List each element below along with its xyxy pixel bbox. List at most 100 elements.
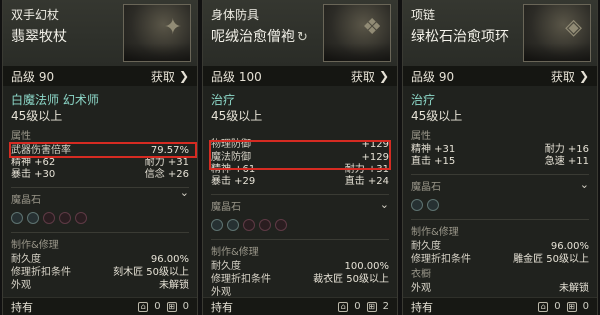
gems-label: 魔晶石 (11, 195, 41, 206)
footer-icons: ⌂ 0 ⊞ 0 (538, 301, 589, 312)
gem-slot (227, 219, 239, 231)
owned-label: 持有 (411, 300, 433, 314)
owned-label: 持有 (211, 300, 233, 314)
gems-label: 魔晶石 (411, 182, 441, 193)
item-header: 身体防具 呢绒治愈僧袍 ↻ ❖ (203, 0, 397, 66)
stat-row: 精神 +31 耐力 +16 (411, 144, 589, 155)
item-thumbnail: ◈ (523, 4, 591, 62)
chevron-down-icon[interactable]: ⌄ (380, 198, 389, 211)
gem-slots (211, 217, 389, 233)
chevron-right-icon: ❯ (378, 69, 389, 83)
get-button[interactable]: 获取 ❯ (551, 68, 589, 85)
storage-icon: ⊞ (366, 301, 377, 312)
item-name: 呢绒治愈僧袍 (211, 29, 295, 45)
gem-slot (11, 212, 23, 224)
gem-slot (275, 219, 287, 231)
appearance-row: 外观 未解锁 (411, 283, 589, 294)
wardrobe-label: 衣橱 (411, 269, 431, 280)
stat-row: 直击 +15 急速 +11 (411, 156, 589, 167)
item-classes: 治疗 (211, 93, 236, 107)
item-card-3: 项链 绿松石治愈项环 ◈ 品级 90 获取 ❯ 治疗 45级以上 属性 精神 +3… (402, 0, 598, 315)
footer-icons: ⌂ 0 ⊞ 2 (338, 301, 389, 312)
get-button[interactable]: 获取 ❯ (351, 68, 389, 85)
stat-row: 精神 +61 耐力 +31 (211, 164, 389, 175)
stat-row: 暴击 +30 信念 +26 (11, 169, 189, 180)
item-classes: 白魔法师 幻术师 (11, 93, 99, 107)
item-classes: 治疗 (411, 93, 436, 107)
item-level: 45级以上 (211, 109, 263, 123)
storage-icon: ⊞ (566, 301, 577, 312)
curl-icon: ↻ (297, 30, 308, 45)
item-footer: 持有 ⌂ 0 ⊞ 0 (3, 297, 197, 315)
chevron-down-icon[interactable]: ⌄ (580, 178, 589, 191)
attributes-label: 属性 (411, 131, 431, 142)
item-grade: 品级 90 (11, 69, 55, 84)
grade-bar[interactable]: 品级 90 获取 ❯ (3, 66, 197, 86)
item-body: 治疗 45级以上 物理防御 +129 魔法防御 +129 精神 +61 耐力 +… (203, 86, 397, 299)
item-header: 双手幻杖 翡翠牧杖 ✦ (3, 0, 197, 66)
gem-slot (411, 199, 423, 211)
gem-slot (43, 212, 55, 224)
gem-slot (211, 219, 223, 231)
gem-slot (259, 219, 271, 231)
staff-icon: ✦ (163, 15, 182, 40)
gem-slots (11, 210, 189, 226)
grade-bar[interactable]: 品级 90 获取 ❯ (403, 66, 597, 86)
gem-slot (427, 199, 439, 211)
gem-slot (59, 212, 71, 224)
item-card-2: 身体防具 呢绒治愈僧袍 ↻ ❖ 品级 100 获取 ❯ 治疗 45级以上 物理防御 … (202, 0, 398, 315)
gem-slot (27, 212, 39, 224)
footer-icons: ⌂ 0 ⊞ 0 (138, 301, 189, 312)
item-thumbnail: ❖ (323, 4, 391, 62)
item-level: 45级以上 (411, 109, 463, 123)
item-card-1: 双手幻杖 翡翠牧杖 ✦ 品级 90 获取 ❯ 白魔法师 幻术师 45级以上 属性 … (2, 0, 198, 315)
durability-row: 耐久度 96.00% (11, 254, 189, 265)
chevron-down-icon[interactable]: ⌄ (180, 186, 189, 199)
owned-label: 持有 (11, 300, 33, 314)
item-header: 项链 绿松石治愈项环 ◈ (403, 0, 597, 66)
item-comparison: 双手幻杖 翡翠牧杖 ✦ 品级 90 获取 ❯ 白魔法师 幻术师 45级以上 属性 … (0, 0, 600, 315)
get-button[interactable]: 获取 ❯ (151, 68, 189, 85)
chevron-right-icon: ❯ (578, 69, 589, 83)
item-grade: 品级 90 (411, 69, 455, 84)
stat-row: 暴击 +29 直击 +24 (211, 176, 389, 187)
craft-label: 制作&修理 (211, 247, 259, 258)
home-icon: ⌂ (338, 301, 349, 312)
robe-icon: ❖ (362, 15, 382, 40)
item-footer: 持有 ⌂ 0 ⊞ 0 (403, 297, 597, 315)
gem-slot (243, 219, 255, 231)
gem-slot (75, 212, 87, 224)
divider (211, 194, 389, 195)
gem-slots (411, 197, 589, 213)
durability-row: 耐久度 96.00% (411, 241, 589, 252)
item-thumbnail: ✦ (123, 4, 191, 62)
craft-label: 制作&修理 (411, 227, 459, 238)
repair-row: 修理折扣条件 裁衣匠 50级以上 (211, 274, 389, 285)
grade-bar[interactable]: 品级 100 获取 ❯ (203, 66, 397, 86)
divider (211, 239, 389, 240)
home-icon: ⌂ (538, 301, 549, 312)
item-grade: 品级 100 (211, 69, 262, 84)
divider (411, 219, 589, 220)
appearance-row: 外观 未解锁 (11, 280, 189, 291)
home-icon: ⌂ (138, 301, 149, 312)
highlight-stat: 武器伤害倍率 79.57% (11, 145, 189, 156)
item-body: 白魔法师 幻术师 45级以上 属性 武器伤害倍率 79.57% 精神 +62 耐… (3, 86, 197, 292)
highlight-stat: 物理防御 +129 (211, 139, 389, 150)
item-body: 治疗 45级以上 属性 精神 +31 耐力 +16 直击 +15 急速 +11 … (403, 86, 597, 295)
item-level: 45级以上 (11, 109, 63, 123)
chevron-right-icon: ❯ (178, 69, 189, 83)
repair-row: 修理折扣条件 刻木匠 50级以上 (11, 267, 189, 278)
highlight-stat: 魔法防御 +129 (211, 152, 389, 163)
repair-row: 修理折扣条件 雕金匠 50级以上 (411, 254, 589, 265)
necklace-icon: ◈ (565, 15, 582, 40)
divider (11, 232, 189, 233)
item-footer: 持有 ⌂ 0 ⊞ 2 (203, 297, 397, 315)
craft-label: 制作&修理 (11, 240, 59, 251)
attributes-label: 属性 (11, 131, 31, 142)
divider (11, 187, 189, 188)
durability-row: 耐久度 100.00% (211, 261, 389, 272)
stat-row: 精神 +62 耐力 +31 (11, 157, 189, 168)
gems-label: 魔晶石 (211, 202, 241, 213)
storage-icon: ⊞ (166, 301, 177, 312)
